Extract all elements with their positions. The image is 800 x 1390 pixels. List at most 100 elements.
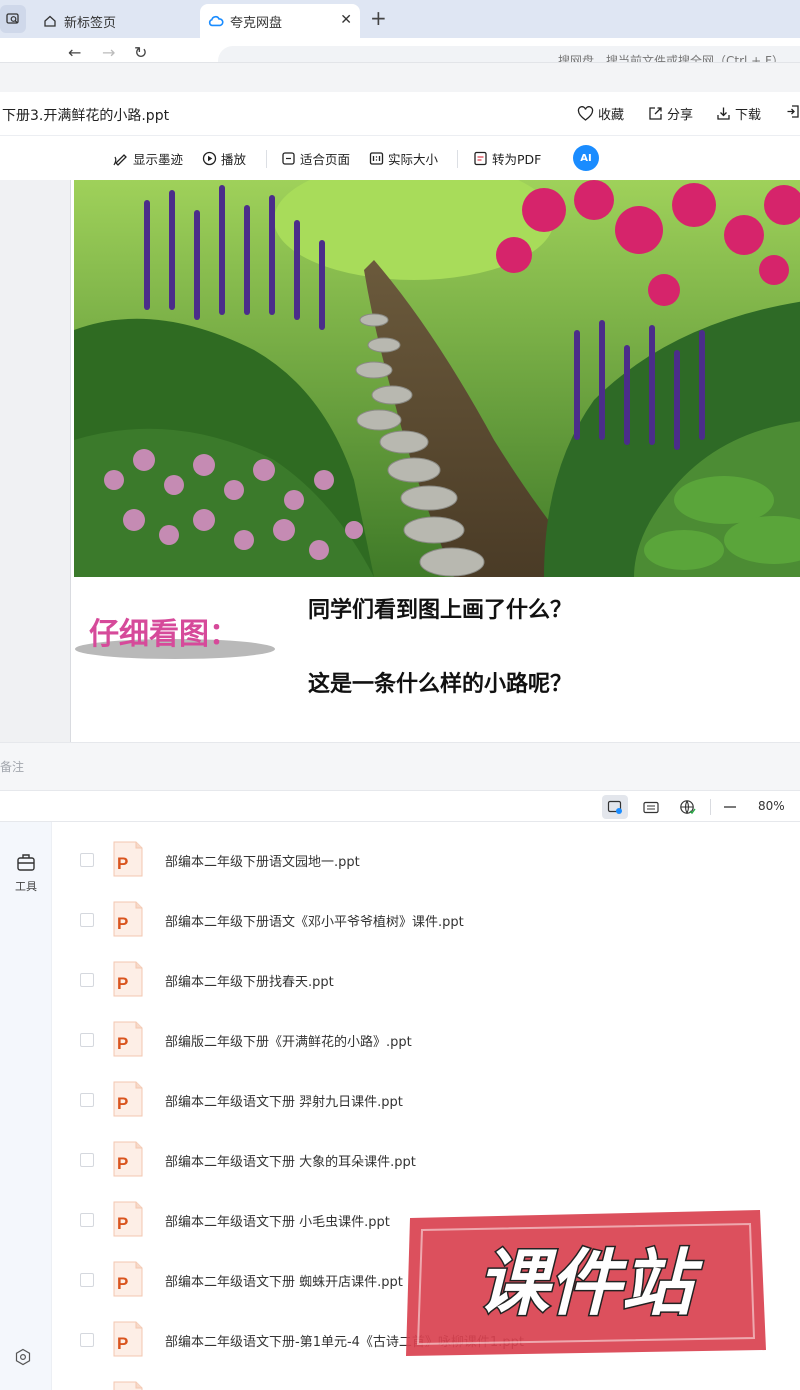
- settings-icon: [15, 1348, 31, 1366]
- file-checkbox[interactable]: [80, 1093, 94, 1107]
- exit-icon: [787, 105, 799, 118]
- address-hint: 搜网盘，搜当前文件或搜全网（Ctrl + F）: [558, 54, 784, 62]
- show-ink-button[interactable]: 显示墨迹: [113, 149, 183, 168]
- actual-size-icon: [369, 152, 384, 165]
- tab-quark-drive[interactable]: 夸克网盘 ✕: [200, 4, 360, 38]
- favorite-button[interactable]: 收藏: [577, 104, 624, 123]
- watermark-text: 课件站: [477, 1241, 703, 1325]
- file-row[interactable]: [52, 1362, 800, 1390]
- normal-view-button[interactable]: [602, 795, 628, 819]
- svg-text:P: P: [117, 914, 128, 933]
- status-bar: 80%: [0, 790, 800, 822]
- zoom-level: 80%: [758, 799, 785, 813]
- file-row[interactable]: P 部编本二年级语文下册 大象的耳朵课件.ppt: [52, 1122, 800, 1182]
- file-name: 部编本二年级语文下册 羿射九日课件.ppt: [165, 1095, 403, 1110]
- tab-new-tab-page[interactable]: 新标签页: [32, 4, 198, 38]
- file-row[interactable]: P 部编本二年级下册语文《邓小平爷爷植树》课件.ppt: [52, 882, 800, 942]
- reload-icon[interactable]: ↻: [134, 44, 147, 62]
- file-header: 下册3.开满鲜花的小路.ppt 收藏 分享 下载: [0, 92, 800, 136]
- ppt-file-icon: P: [113, 841, 143, 877]
- web-view-button[interactable]: [674, 795, 700, 819]
- slide-viewer: 仔细看图： 同学们看到图上画了什么？ 这是一条什么样的小路呢？: [0, 180, 800, 742]
- notes-label: 备注: [0, 760, 25, 774]
- tab-strip: 新标签页 夸克网盘 ✕ +: [0, 0, 800, 38]
- fit-page-button[interactable]: 适合页面: [281, 149, 350, 168]
- file-checkbox[interactable]: [80, 913, 94, 927]
- toolbar-divider: [457, 150, 458, 168]
- address-bar: ← → ↻ 搜网盘，搜当前文件或搜全网（Ctrl + F）: [0, 38, 800, 62]
- file-checkbox[interactable]: [80, 973, 94, 987]
- settings-button[interactable]: [14, 1348, 32, 1370]
- file-row[interactable]: P 部编版二年级下册《开满鲜花的小路》.ppt: [52, 1002, 800, 1062]
- pdf-icon: [474, 151, 487, 166]
- file-checkbox[interactable]: [80, 1333, 94, 1347]
- download-icon: [717, 107, 730, 120]
- minus-icon: [724, 806, 736, 808]
- file-row[interactable]: P 部编本二年级下册语文园地一.ppt: [52, 822, 800, 882]
- look-carefully-wordart: 仔细看图：: [75, 617, 275, 659]
- file-name: 部编本二年级下册找春天.ppt: [165, 975, 334, 990]
- file-name: 部编本二年级下册语文园地一.ppt: [165, 855, 360, 870]
- ai-icon: AI: [580, 152, 592, 164]
- zoom-out-button[interactable]: [717, 795, 743, 819]
- play-button[interactable]: 播放: [202, 149, 246, 168]
- download-button[interactable]: 下载: [716, 104, 761, 123]
- ai-assistant-button[interactable]: AI: [573, 145, 599, 171]
- keyboard-icon: [643, 801, 659, 813]
- file-name: 部编本二年级语文下册 大象的耳朵课件.ppt: [165, 1155, 416, 1170]
- notes-panel[interactable]: 备注: [0, 742, 800, 790]
- svg-text:P: P: [117, 1334, 128, 1353]
- back-arrow-icon[interactable]: ←: [68, 44, 81, 62]
- share-button[interactable]: 分享: [648, 104, 693, 123]
- file-checkbox[interactable]: [80, 1153, 94, 1167]
- slide-view-icon: [607, 800, 622, 814]
- svg-text:P: P: [117, 1274, 128, 1293]
- slide-question-1: 同学们看到图上画了什么？: [308, 597, 573, 623]
- ppt-file-icon: P: [113, 1081, 143, 1117]
- toolbar-divider: [266, 150, 267, 168]
- file-row[interactable]: P 部编本二年级下册找春天.ppt: [52, 942, 800, 1002]
- garden-path-photo: [74, 180, 800, 577]
- svg-text:P: P: [117, 1154, 128, 1173]
- notes-view-button[interactable]: [638, 795, 664, 819]
- actual-size-button[interactable]: 实际大小: [369, 149, 438, 168]
- home-icon: [42, 13, 58, 29]
- file-title: 下册3.开满鲜花的小路.ppt: [2, 108, 170, 124]
- file-row[interactable]: P 部编本二年级语文下册 羿射九日课件.ppt: [52, 1062, 800, 1122]
- forward-arrow-icon[interactable]: →: [102, 44, 115, 62]
- file-name: 部编本二年级下册语文《邓小平爷爷植树》课件.ppt: [165, 915, 464, 930]
- exit-button[interactable]: [786, 104, 800, 119]
- globe-icon: [679, 800, 696, 815]
- share-icon: [649, 107, 662, 120]
- close-tab-icon[interactable]: ✕: [340, 12, 352, 28]
- ppt-file-icon: P: [113, 1021, 143, 1057]
- toolbox-icon: [17, 854, 35, 871]
- tools-button[interactable]: 工具: [10, 852, 42, 894]
- ppt-file-icon: P: [113, 1261, 143, 1297]
- courseware-watermark-stamp: 课件站: [406, 1210, 766, 1356]
- tools-label: 工具: [15, 880, 37, 893]
- file-name: 部编本二年级语文下册 小毛虫课件.ppt: [165, 1215, 390, 1230]
- file-checkbox[interactable]: [80, 853, 94, 867]
- omnibox-input[interactable]: 搜网盘，搜当前文件或搜全网（Ctrl + F）: [218, 46, 800, 62]
- viewer-toolbar: 显示墨迹 播放 适合页面 实际大小 转为PDF: [0, 136, 800, 180]
- page-header-band: [0, 62, 800, 92]
- file-checkbox[interactable]: [80, 1273, 94, 1287]
- fit-page-icon: [282, 152, 295, 165]
- svg-text:P: P: [117, 854, 128, 873]
- tab-search-button[interactable]: [0, 5, 26, 33]
- side-rail: 工具: [0, 822, 52, 1390]
- file-name: 部编版二年级下册《开满鲜花的小路》.ppt: [165, 1035, 412, 1050]
- svg-text:P: P: [117, 974, 128, 993]
- file-checkbox[interactable]: [80, 1033, 94, 1047]
- tab-label: 夸克网盘: [230, 15, 283, 31]
- ppt-file-icon: P: [113, 1201, 143, 1237]
- file-checkbox[interactable]: [80, 1213, 94, 1227]
- ppt-file-icon: P: [113, 961, 143, 997]
- status-divider: [710, 799, 711, 815]
- convert-pdf-button[interactable]: 转为PDF: [473, 149, 541, 168]
- cloud-icon: [208, 13, 224, 29]
- ppt-file-icon: [113, 1381, 143, 1390]
- new-tab-button[interactable]: +: [370, 6, 387, 30]
- slide-canvas: 仔细看图： 同学们看到图上画了什么？ 这是一条什么样的小路呢？: [70, 180, 800, 742]
